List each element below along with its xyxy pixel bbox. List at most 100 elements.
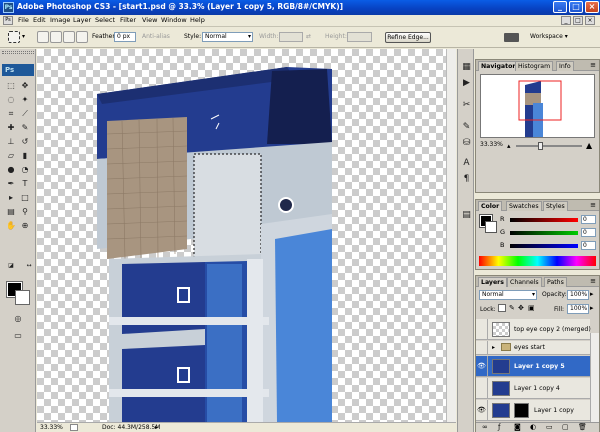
minimize-icon[interactable]: _ <box>553 1 567 13</box>
eraser-tool-icon[interactable]: ▱ <box>5 150 17 161</box>
style-select[interactable]: Normal ▾ <box>202 32 253 42</box>
doc-restore-button[interactable]: □ <box>573 16 583 25</box>
layer-row[interactable]: top eye copy 2 (merged) <box>476 319 591 340</box>
panel-grip[interactable] <box>2 51 34 54</box>
magic-wand-icon[interactable]: ✦ <box>19 94 31 105</box>
subtract-selection-icon[interactable] <box>63 31 75 43</box>
green-slider[interactable] <box>510 231 578 235</box>
tool-presets-icon[interactable]: ✂ <box>460 99 473 111</box>
new-group-icon[interactable]: ▭ <box>546 423 553 431</box>
history-icon[interactable]: ▦ <box>460 61 473 73</box>
layer-row[interactable]: 👁 Layer 1 copy <box>476 400 590 421</box>
canvas-scrollbar[interactable] <box>446 49 456 422</box>
history-brush-icon[interactable]: ↺ <box>19 136 31 147</box>
slice-tool-icon[interactable]: ⟋ <box>19 108 31 119</box>
preset-dropdown-icon[interactable]: ▾ <box>22 33 25 40</box>
new-selection-icon[interactable] <box>37 31 49 43</box>
tab-styles[interactable]: Styles <box>543 201 568 211</box>
eye-icon[interactable]: 👁 <box>476 356 488 377</box>
width-input[interactable] <box>279 32 303 42</box>
path-selection-icon[interactable]: ▸ <box>5 192 17 203</box>
document-canvas[interactable] <box>37 49 456 422</box>
tab-layers[interactable]: Layers <box>478 277 507 287</box>
intersect-selection-icon[interactable] <box>76 31 88 43</box>
crop-tool-icon[interactable]: ⌗ <box>5 108 17 119</box>
blue-value[interactable]: 0 <box>581 241 596 250</box>
clone-stamp-icon[interactable]: ⊥ <box>5 136 17 147</box>
tab-channels[interactable]: Channels <box>507 277 542 287</box>
screen-mode-icon[interactable]: ▭ <box>12 330 24 341</box>
zoom-out-icon[interactable]: ▴ <box>507 142 511 150</box>
bg-color-chip[interactable] <box>485 221 497 233</box>
navigator-zoom[interactable]: 33.33% <box>480 141 503 148</box>
expand-arrow-icon[interactable]: ▸ <box>492 344 495 351</box>
layer-comps-icon[interactable]: ▤ <box>460 209 473 221</box>
layer-row-selected[interactable]: 👁 Layer 1 copy 5 <box>476 356 590 377</box>
menu-filter[interactable]: Filter <box>120 16 136 24</box>
type-tool-icon[interactable]: T <box>19 178 31 189</box>
rect-marquee-preset-icon[interactable] <box>8 31 20 43</box>
status-icon[interactable] <box>70 424 78 431</box>
antialias-checkbox[interactable]: Anti-alias <box>142 33 170 40</box>
document-icon[interactable]: Ps <box>3 16 13 25</box>
close-icon[interactable]: × <box>585 1 599 13</box>
notes-tool-icon[interactable]: ▤ <box>5 206 17 217</box>
marquee-tool-icon[interactable]: ⬚ <box>5 80 17 91</box>
doc-minimize-button[interactable]: _ <box>561 16 571 25</box>
layer-group-row[interactable]: ▸ eyes start <box>476 341 590 355</box>
move-tool-icon[interactable]: ✥ <box>19 80 31 91</box>
clone-source-icon[interactable]: ⛁ <box>460 137 473 149</box>
lock-all-icon[interactable]: ▣ <box>528 304 535 312</box>
red-value[interactable]: 0 <box>581 215 596 224</box>
blend-mode-select[interactable]: Normal ▾ <box>479 290 537 300</box>
gradient-tool-icon[interactable]: ▮ <box>19 150 31 161</box>
shape-tool-icon[interactable]: □ <box>19 192 31 203</box>
add-selection-icon[interactable] <box>50 31 62 43</box>
menu-window[interactable]: Window <box>161 16 187 24</box>
panel-menu-icon[interactable]: ≡ <box>590 201 596 209</box>
slider-handle[interactable] <box>538 142 543 150</box>
chevron-right-icon[interactable]: ▸ <box>590 304 594 312</box>
lock-transparency-icon[interactable] <box>498 304 506 312</box>
character-icon[interactable]: A <box>460 157 473 169</box>
default-colors-icon[interactable]: ◪ <box>5 260 17 271</box>
new-layer-icon[interactable]: ▢ <box>562 423 569 431</box>
menu-layer[interactable]: Layer <box>73 16 91 24</box>
menu-help[interactable]: Help <box>190 16 205 24</box>
zoom-tool-icon[interactable]: ⊕ <box>19 220 31 231</box>
layer-mask-thumbnail[interactable] <box>514 403 529 418</box>
maximize-icon[interactable]: □ <box>569 1 583 13</box>
lock-position-icon[interactable]: ✥ <box>518 304 524 312</box>
doc-close-button[interactable]: × <box>585 16 595 25</box>
feather-input[interactable]: 0 px <box>114 32 136 42</box>
lasso-tool-icon[interactable]: ◌ <box>5 94 17 105</box>
layers-scrollbar[interactable] <box>590 333 599 432</box>
panel-menu-icon[interactable]: ≡ <box>590 277 596 285</box>
tab-paths[interactable]: Paths <box>544 277 567 287</box>
delete-layer-icon[interactable]: 🗑 <box>578 423 587 431</box>
brush-tool-icon[interactable]: ✎ <box>19 122 31 133</box>
healing-brush-icon[interactable]: ✚ <box>5 122 17 133</box>
tab-navigator[interactable]: Navigator <box>478 61 519 71</box>
actions-icon[interactable]: ▶ <box>460 77 473 89</box>
tab-color[interactable]: Color <box>478 201 503 211</box>
tab-swatches[interactable]: Swatches <box>506 201 542 211</box>
adjustment-layer-icon[interactable]: ◐ <box>530 423 536 431</box>
layer-visibility-toggle[interactable] <box>476 319 488 340</box>
eyedropper-icon[interactable]: ⚲ <box>19 206 31 217</box>
menu-view[interactable]: View <box>142 16 157 24</box>
red-slider[interactable] <box>510 218 578 222</box>
opacity-input[interactable]: 100% <box>567 290 589 300</box>
workspace-menu[interactable]: Workspace ▾ <box>530 33 568 40</box>
zoom-in-icon[interactable]: ▲ <box>586 141 592 150</box>
tab-info[interactable]: Info <box>556 61 574 71</box>
refine-edge-button[interactable]: Refine Edge... <box>385 32 431 43</box>
dodge-tool-icon[interactable]: ◔ <box>19 164 31 175</box>
menu-select[interactable]: Select <box>95 16 115 24</box>
brushes-icon[interactable]: ✎ <box>460 121 473 133</box>
height-input[interactable] <box>347 32 372 42</box>
navigator-zoom-slider[interactable] <box>516 142 582 150</box>
pen-tool-icon[interactable]: ✒ <box>5 178 17 189</box>
color-spectrum-ramp[interactable] <box>479 256 596 266</box>
lock-pixels-icon[interactable]: ✎ <box>509 304 515 312</box>
